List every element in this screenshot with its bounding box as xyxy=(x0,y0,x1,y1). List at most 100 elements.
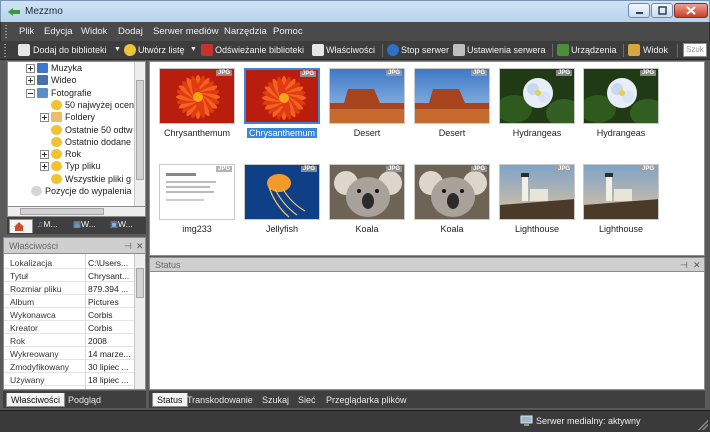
thumbnail-image[interactable]: JPG xyxy=(414,164,490,220)
expand-icon[interactable] xyxy=(40,150,49,160)
media-thumbnail[interactable]: JPG Desert xyxy=(328,68,406,142)
property-row[interactable]: Album Pictures xyxy=(4,295,136,308)
tree-horizontal-scrollbar[interactable] xyxy=(7,207,146,217)
property-row[interactable]: Wykreowany 14 marze... xyxy=(4,347,136,360)
property-row[interactable]: Szerokość 1 024 xyxy=(4,386,136,389)
tab-preview[interactable]: Podgląd xyxy=(64,393,105,407)
media-thumbnail[interactable]: JPG Desert xyxy=(413,68,491,142)
expand-icon[interactable] xyxy=(26,64,35,73)
minimize-button[interactable] xyxy=(628,3,650,18)
thumbnail-image[interactable]: JPG xyxy=(414,68,490,124)
property-row[interactable]: Rozmiar pliku 879.394 ... xyxy=(4,282,136,295)
expand-icon[interactable] xyxy=(26,76,35,86)
create-list-button[interactable]: Utwórz listę xyxy=(138,45,185,55)
property-row[interactable]: Wykonawca Corbis xyxy=(4,308,136,321)
thumbnail-image[interactable]: JPG xyxy=(244,164,320,220)
nav-tab-photos[interactable]: ▣W... xyxy=(110,219,144,233)
tab-search[interactable]: Szukaj xyxy=(258,393,293,407)
maximize-button[interactable] xyxy=(651,3,673,18)
add-library-button[interactable]: Dodaj do biblioteki xyxy=(33,45,107,55)
tree-scroll-thumb[interactable] xyxy=(136,80,144,180)
media-thumbnail[interactable]: JPG Hydrangeas xyxy=(582,68,660,142)
menu-view[interactable]: Widok xyxy=(81,26,107,37)
thumbnail-image[interactable]: JPG xyxy=(583,68,659,124)
tab-properties[interactable]: Właściwości xyxy=(6,393,66,407)
tree-item[interactable]: Wideo xyxy=(8,74,136,86)
expand-icon[interactable] xyxy=(40,162,49,172)
thumbnail-image[interactable]: JPG xyxy=(159,164,235,220)
tree-item[interactable]: Ostatnio dodane xyxy=(8,136,136,148)
view-button[interactable]: Widok xyxy=(643,45,668,55)
view-icon xyxy=(628,44,640,56)
property-row[interactable]: Tytuł Chrysant... xyxy=(4,269,136,282)
devices-button[interactable]: Urządzenia xyxy=(571,45,617,55)
tree-item[interactable]: 50 najwyżej ocen xyxy=(8,99,136,111)
refresh-library-button[interactable]: Odświeżanie biblioteki xyxy=(215,45,304,55)
properties-button[interactable]: Właściwości xyxy=(326,45,375,55)
property-value: Corbis xyxy=(88,310,113,320)
property-row[interactable]: Kreator Corbis xyxy=(4,321,136,334)
thumbnail-image[interactable]: JPG xyxy=(329,68,405,124)
thumbnail-image[interactable]: JPG xyxy=(499,164,575,220)
thumbnail-image[interactable]: JPG xyxy=(244,68,320,124)
tree-item[interactable]: Typ pliku xyxy=(8,160,136,172)
media-thumbnail[interactable]: JPG Lighthouse xyxy=(498,164,576,238)
media-thumbnail[interactable]: JPG Chrysanthemum xyxy=(158,68,236,142)
menu-media-server[interactable]: Serwer mediów xyxy=(153,26,218,37)
pin-icon[interactable]: ⊣ xyxy=(124,241,132,252)
thumbnail-image[interactable]: JPG xyxy=(583,164,659,220)
properties-scroll-thumb[interactable] xyxy=(136,268,144,298)
tree-item[interactable]: Rok xyxy=(8,148,136,160)
expand-icon[interactable] xyxy=(40,113,49,123)
properties-scrollbar[interactable] xyxy=(134,254,145,389)
thumbnail-image[interactable]: JPG xyxy=(499,68,575,124)
media-thumbnail[interactable]: JPG Koala xyxy=(413,164,491,238)
media-thumbnail[interactable]: JPG Chrysanthemum xyxy=(243,68,321,142)
tree-hscroll-thumb[interactable] xyxy=(20,208,104,215)
add-library-dropdown-icon[interactable]: ▼ xyxy=(114,46,121,53)
menu-tools[interactable]: Narzędzia xyxy=(224,26,267,37)
panel-close-icon[interactable]: ✕ xyxy=(136,241,144,252)
tree-item[interactable]: Fotografie xyxy=(8,87,136,99)
tree-item[interactable]: Ostatnie 50 odtw xyxy=(8,124,136,136)
tree-vertical-scrollbar[interactable] xyxy=(134,62,145,206)
toolbar-grip[interactable] xyxy=(4,44,6,57)
menu-edit[interactable]: Edycja xyxy=(44,26,73,37)
tab-transcoding[interactable]: Transkodowanie xyxy=(183,393,257,407)
menu-help[interactable]: Pomoc xyxy=(273,26,303,37)
close-button[interactable] xyxy=(674,3,708,18)
media-thumbnail[interactable]: JPG Jellyfish xyxy=(243,164,321,238)
resize-grip[interactable] xyxy=(698,420,708,430)
tree-item[interactable]: Wszystkie pliki g xyxy=(8,173,136,185)
menu-grip[interactable] xyxy=(5,25,7,38)
tree-item[interactable]: Foldery xyxy=(8,111,136,123)
property-row[interactable]: Rok 2008 xyxy=(4,334,136,347)
property-row[interactable]: Zmodyfikowany 30 lipiec ... xyxy=(4,360,136,373)
media-thumbnail[interactable]: JPG Lighthouse xyxy=(582,164,660,238)
search-input[interactable]: Szuk xyxy=(683,43,707,57)
properties-column-divider[interactable] xyxy=(85,254,86,389)
stop-server-button[interactable]: Stop serwer xyxy=(401,45,449,55)
create-list-dropdown-icon[interactable]: ▼ xyxy=(190,46,197,53)
media-thumbnail[interactable]: JPG Hydrangeas xyxy=(498,68,576,142)
tab-file-browser[interactable]: Przeglądarka plików xyxy=(322,393,411,407)
collapse-icon[interactable] xyxy=(26,88,35,98)
thumbnail-image[interactable]: JPG xyxy=(159,68,235,124)
menu-add[interactable]: Dodaj xyxy=(118,26,143,37)
stop-server-icon xyxy=(387,44,399,56)
tab-network[interactable]: Sieć xyxy=(294,393,320,407)
property-row[interactable]: Używany 18 lipiec ... xyxy=(4,373,136,386)
server-settings-button[interactable]: Ustawienia serwera xyxy=(467,45,546,55)
media-thumbnail[interactable]: JPG img233 xyxy=(158,164,236,238)
property-row[interactable]: Lokalizacja C:\Users... xyxy=(4,256,136,269)
tree-item[interactable]: Pozycje do wypalenia C xyxy=(8,185,141,197)
nav-tab-video[interactable]: ▦W... xyxy=(73,219,107,233)
nav-tab-music[interactable]: ♫M... xyxy=(37,219,71,233)
media-thumbnail[interactable]: JPG Koala xyxy=(328,164,406,238)
tree-item[interactable]: Muzyka xyxy=(8,62,136,74)
menu-file[interactable]: Plik xyxy=(19,26,34,37)
nav-tab-home[interactable] xyxy=(9,219,33,233)
status-close-icon[interactable]: ✕ xyxy=(693,260,701,271)
status-pin-icon[interactable]: ⊣ xyxy=(680,260,688,271)
thumbnail-image[interactable]: JPG xyxy=(329,164,405,220)
